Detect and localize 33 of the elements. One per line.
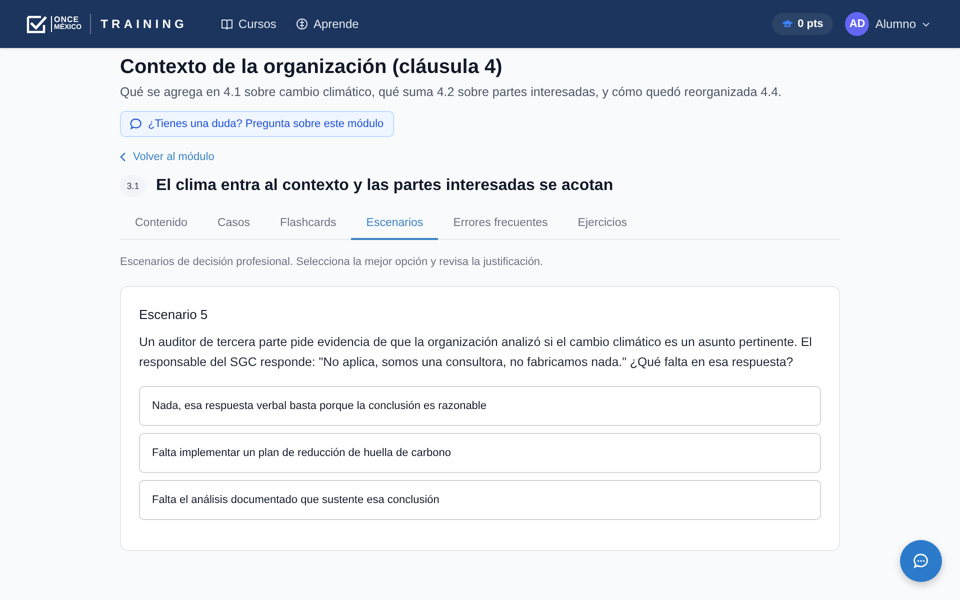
- chat-bubble-icon: [130, 118, 142, 130]
- section-number: 3.1: [120, 175, 146, 197]
- logo-text: ONCE: [54, 16, 80, 24]
- intro-text: Escenarios de decisión profesional. Selecciona la mejor opción y revisa la justificación.: [120, 256, 544, 268]
- book-icon: [221, 18, 234, 30]
- tab[interactable]: Contenido: [120, 209, 202, 240]
- section-title: El clima entra al contexto y las partes interesadas se acotan: [156, 177, 614, 195]
- chat-button[interactable]: [900, 540, 942, 582]
- back-link[interactable]: Volver al módulo: [120, 151, 214, 163]
- tab[interactable]: Ejercicios: [562, 209, 642, 240]
- scenario-question: Un auditor de tercera parte pide evidencia de que la organización analizó si el cambio climático es un asunto pertinente. El responsable del SGC responde: "No aplica, somos una consultora, no fabricamos nada." ¿Qué falta en esa respuesta?: [139, 334, 813, 371]
- nav-link[interactable]: Cursos: [221, 17, 276, 31]
- tab[interactable]: Escenarios: [351, 209, 438, 240]
- tab[interactable]: Flashcards: [265, 209, 352, 240]
- chat-bubble-icon: [913, 553, 929, 569]
- ask-question-button[interactable]: ¿Tienes una duda? Pregunta sobre este módulo: [120, 111, 394, 137]
- user-menu[interactable]: Alumno: [875, 17, 930, 31]
- scenario-title: Escenario 5: [139, 307, 209, 322]
- tab[interactable]: Casos: [202, 209, 266, 240]
- points-badge: 0 pts: [772, 13, 834, 35]
- nav-link[interactable]: Aprende: [296, 17, 359, 31]
- answer-option[interactable]: Nada, esa respuesta verbal basta porque la conclusión es razonable: [139, 386, 821, 426]
- page-title: Contexto de la organización (cláusula 4): [120, 55, 504, 80]
- chevron-down-icon: [922, 22, 930, 26]
- chevron-left-icon: [120, 152, 126, 162]
- answer-option[interactable]: Falta implementar un plan de reducción de huella de carbono: [139, 433, 821, 473]
- brand-name: TRAINING: [100, 17, 188, 31]
- page-subtitle: Qué se agrega en 4.1 sobre cambio climático, qué suma 4.2 sobre partes interesadas, y cómo quedó reorganizada 4.4.: [120, 84, 782, 101]
- tab[interactable]: Errores frecuentes: [438, 209, 563, 240]
- checkbox-logo-icon: [26, 14, 48, 34]
- answer-option[interactable]: Falta el análisis documentado que sustente esa conclusión: [139, 480, 821, 520]
- user-avatar[interactable]: AD: [845, 12, 870, 36]
- cap-icon: [782, 20, 793, 28]
